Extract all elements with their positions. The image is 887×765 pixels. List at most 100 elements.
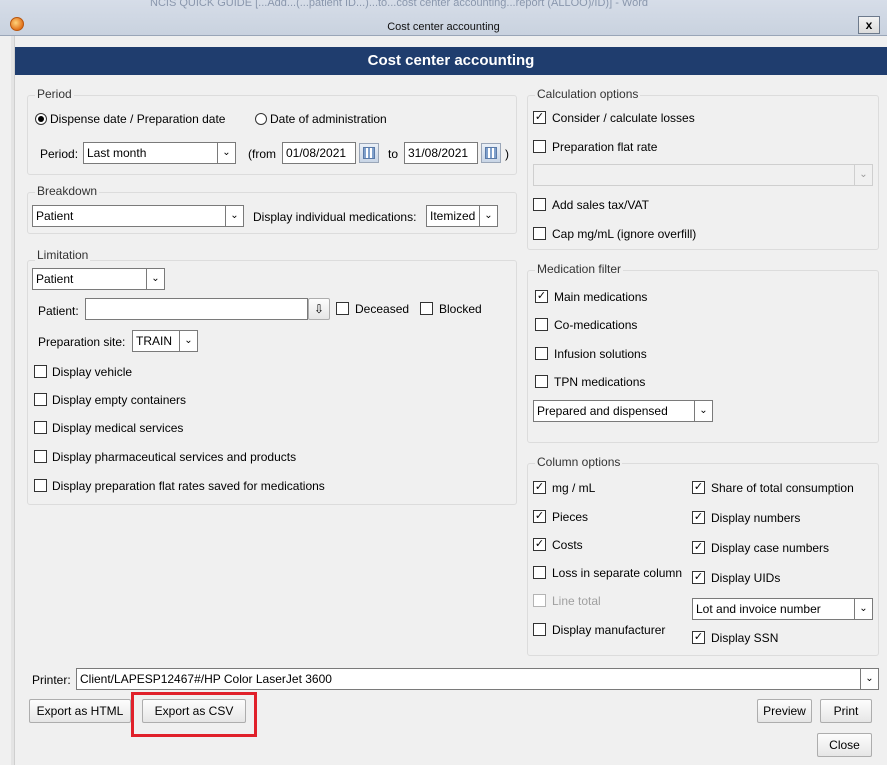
window-title: Cost center accounting — [387, 21, 500, 33]
breakdown-group-label: Breakdown — [35, 184, 100, 198]
loss-separate-column-checkbox[interactable] — [533, 566, 546, 579]
patient-lookup-button[interactable]: ⇩ — [308, 298, 330, 320]
highlight-box — [131, 692, 257, 737]
cap-checkbox[interactable] — [533, 227, 546, 240]
deceased-label: Deceased — [355, 302, 410, 316]
prep-flat-rate-label: Preparation flat rate — [552, 140, 658, 154]
check-icon: ✓ — [693, 511, 704, 523]
chevron-down-icon: ⌄ — [479, 206, 497, 226]
close-button[interactable]: Close — [817, 733, 872, 757]
sales-tax-label: Add sales tax/VAT — [552, 198, 649, 212]
display-ssn-checkbox[interactable]: ✓ — [692, 631, 705, 644]
medication-status-select[interactable]: Prepared and dispensed ⌄ — [533, 400, 713, 422]
breakdown-select[interactable]: Patient ⌄ — [32, 205, 244, 227]
deceased-checkbox[interactable] — [336, 302, 349, 315]
display-manufacturer-checkbox[interactable] — [533, 623, 546, 636]
display-manufacturer-label: Display manufacturer — [552, 623, 666, 637]
pieces-checkbox[interactable]: ✓ — [533, 510, 546, 523]
print-button[interactable]: Print — [820, 699, 872, 723]
period-group-label: Period — [35, 87, 74, 101]
preview-button[interactable]: Preview — [757, 699, 812, 723]
sales-tax-checkbox[interactable] — [533, 198, 546, 211]
to-date-field[interactable]: 31/08/2021 — [404, 142, 478, 164]
chevron-down-icon: ⌄ — [854, 165, 872, 185]
uid-mode-value: Lot and invoice number — [696, 602, 821, 616]
costs-label: Costs — [552, 538, 583, 552]
calculation-group-label: Calculation options — [535, 87, 641, 101]
display-ssn-label: Display SSN — [711, 631, 779, 645]
from-date-field[interactable]: 01/08/2021 — [282, 142, 356, 164]
window-left-border — [11, 36, 15, 765]
main-medications-label: Main medications — [554, 290, 648, 304]
line-total-label: Line total — [552, 594, 601, 608]
display-pharma-services-label: Display pharmaceutical services and prod… — [52, 450, 297, 464]
to-calendar-button[interactable] — [481, 143, 501, 163]
costs-checkbox[interactable]: ✓ — [533, 538, 546, 551]
chevron-down-icon: ⌄ — [225, 206, 243, 226]
infusion-solutions-checkbox[interactable] — [535, 347, 548, 360]
close-paren: ) — [505, 147, 509, 161]
loss-separate-column-label: Loss in separate column — [552, 566, 683, 580]
check-icon: ✓ — [693, 571, 704, 583]
patient-input[interactable] — [85, 298, 308, 320]
blocked-label: Blocked — [439, 302, 482, 316]
lookup-icon: ⇩ — [313, 302, 325, 316]
prep-site-select[interactable]: TRAIN ⌄ — [132, 330, 198, 352]
check-icon: ✓ — [534, 481, 545, 493]
infusion-solutions-label: Infusion solutions — [554, 347, 647, 361]
flat-rate-select[interactable]: ⌄ — [533, 164, 873, 186]
administration-date-radio[interactable] — [255, 113, 267, 125]
to-date-value: 31/08/2021 — [408, 146, 469, 160]
mg-ml-label: mg / mL — [552, 481, 596, 495]
check-icon: ✓ — [693, 541, 704, 553]
close-window-button[interactable]: x — [858, 16, 880, 34]
to-label: to — [388, 147, 399, 161]
display-empty-containers-checkbox[interactable] — [34, 393, 47, 406]
limitation-type-select[interactable]: Patient ⌄ — [32, 268, 165, 290]
consider-losses-checkbox[interactable]: ✓ — [533, 111, 546, 124]
limitation-type-value: Patient — [36, 272, 74, 286]
tpn-medications-label: TPN medications — [554, 375, 646, 389]
tpn-medications-checkbox[interactable] — [535, 375, 548, 388]
limitation-group-label: Limitation — [35, 248, 91, 262]
period-label: Period: — [40, 147, 79, 161]
from-label: (from — [248, 147, 276, 161]
from-calendar-button[interactable] — [359, 143, 379, 163]
consider-losses-label: Consider / calculate losses — [552, 111, 695, 125]
share-total-consumption-checkbox[interactable]: ✓ — [692, 481, 705, 494]
calendar-icon — [485, 147, 497, 159]
check-icon: ✓ — [693, 631, 704, 643]
display-case-numbers-checkbox[interactable]: ✓ — [692, 541, 705, 554]
display-numbers-checkbox[interactable]: ✓ — [692, 511, 705, 524]
dispense-date-radio[interactable] — [35, 113, 47, 125]
display-uids-checkbox[interactable]: ✓ — [692, 571, 705, 584]
display-pharma-services-checkbox[interactable] — [34, 450, 47, 463]
check-icon: ✓ — [534, 538, 545, 550]
period-select[interactable]: Last month ⌄ — [83, 142, 236, 164]
display-vehicle-checkbox[interactable] — [34, 365, 47, 378]
chevron-down-icon: ⌄ — [217, 143, 235, 163]
check-icon: ✓ — [534, 111, 545, 123]
uid-mode-select[interactable]: Lot and invoice number ⌄ — [692, 598, 873, 620]
main-medications-checkbox[interactable]: ✓ — [535, 290, 548, 303]
chevron-down-icon: ⌄ — [860, 669, 878, 689]
display-case-numbers-label: Display case numbers — [711, 541, 830, 555]
co-medications-checkbox[interactable] — [535, 318, 548, 331]
blocked-checkbox[interactable] — [420, 302, 433, 315]
export-html-button[interactable]: Export as HTML — [29, 699, 131, 723]
printer-select[interactable]: Client/LAPESP12467#/HP Color LaserJet 36… — [76, 668, 879, 690]
co-medications-label: Co-medications — [554, 318, 638, 332]
display-uids-label: Display UIDs — [711, 571, 781, 585]
period-select-value: Last month — [87, 146, 147, 160]
display-meds-select[interactable]: Itemized ⌄ — [426, 205, 498, 227]
column-options-group-label: Column options — [535, 455, 623, 469]
limitation-group — [27, 260, 517, 505]
pieces-label: Pieces — [552, 510, 589, 524]
mg-ml-checkbox[interactable]: ✓ — [533, 481, 546, 494]
calendar-icon — [363, 147, 375, 159]
display-medical-services-checkbox[interactable] — [34, 421, 47, 434]
check-icon: ✓ — [536, 290, 547, 302]
check-icon: ✓ — [693, 481, 704, 493]
prep-flat-rate-checkbox[interactable] — [533, 140, 546, 153]
display-flat-rates-checkbox[interactable] — [34, 479, 47, 492]
